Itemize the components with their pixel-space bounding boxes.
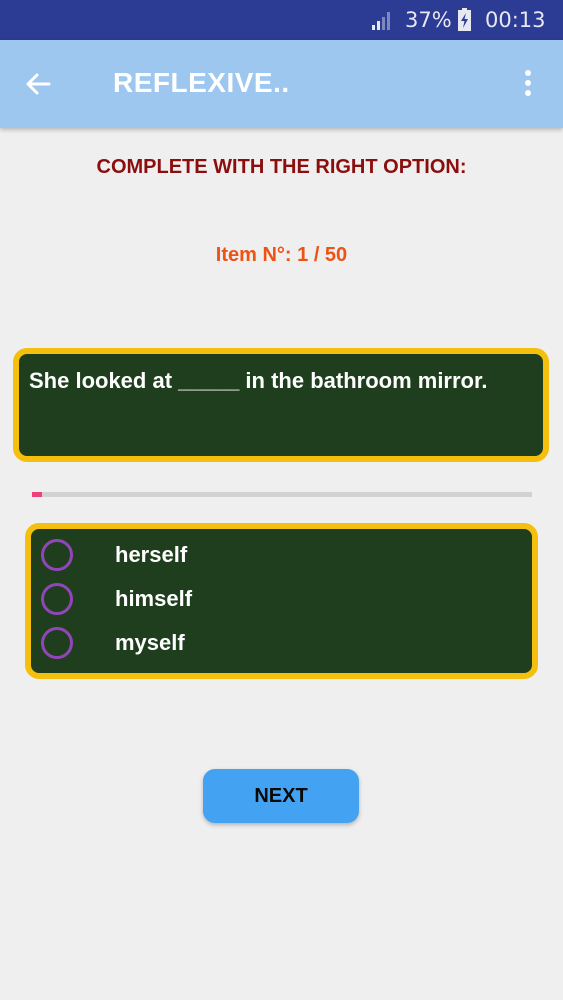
- status-bar: 37% 00:13: [0, 0, 563, 40]
- option-herself[interactable]: herself: [31, 533, 532, 577]
- progress-fill: [32, 492, 42, 497]
- option-myself[interactable]: myself: [31, 621, 532, 665]
- progress-bar: [32, 492, 532, 497]
- next-button[interactable]: NEXT: [203, 769, 359, 823]
- option-label: myself: [115, 630, 185, 655]
- instruction-text: COMPLETE WITH THE RIGHT OPTION:: [96, 156, 467, 178]
- radio-button[interactable]: [41, 627, 73, 659]
- back-arrow-icon[interactable]: [24, 70, 52, 98]
- question-card: She looked at _____ in the bathroom mirr…: [13, 348, 549, 462]
- clock: 00:13: [485, 8, 546, 32]
- option-himself[interactable]: himself: [31, 577, 532, 621]
- overflow-menu-icon[interactable]: [516, 68, 540, 100]
- radio-button[interactable]: [41, 539, 73, 571]
- option-label: herself: [115, 542, 188, 567]
- options-card: herself himself myself: [25, 523, 538, 679]
- option-label: himself: [115, 586, 193, 611]
- battery-percent: 37%: [405, 8, 452, 32]
- question-text: She looked at _____ in the bathroom mirr…: [29, 368, 488, 393]
- item-counter: Item N°: 1 / 50: [215, 244, 348, 266]
- signal-icon: [372, 12, 390, 30]
- battery-charging-icon: [458, 8, 471, 31]
- page-title: REFLEXIVE..: [113, 67, 290, 98]
- radio-button[interactable]: [41, 583, 73, 615]
- app-bar: REFLEXIVE..: [0, 40, 563, 128]
